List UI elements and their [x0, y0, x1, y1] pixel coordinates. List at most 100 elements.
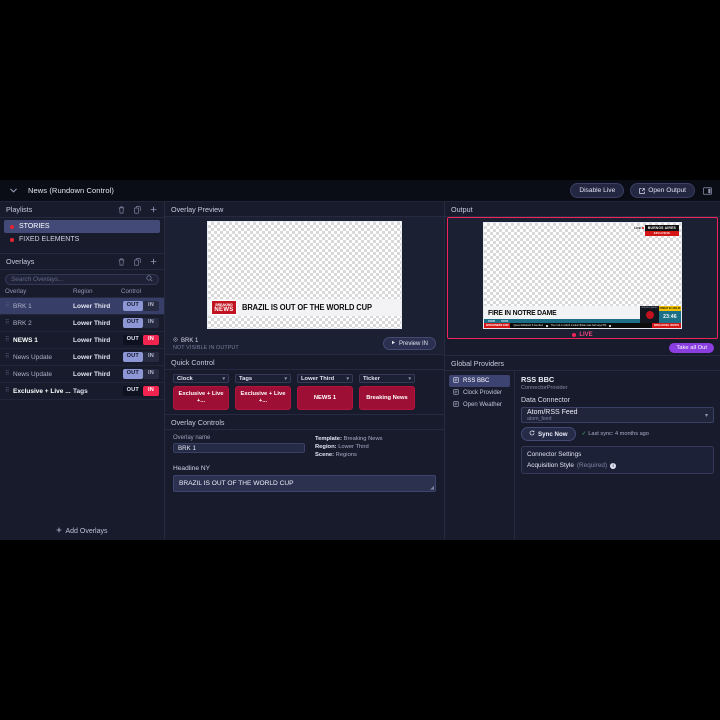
- overlay-controls-panel: Overlay Controls Overlay name BRK 1 Temp…: [165, 414, 444, 540]
- table-row[interactable]: ⠿ NEWS 1 Lower Third OUT IN: [0, 332, 164, 349]
- record-dot-icon: [10, 224, 14, 229]
- open-output-button[interactable]: Open Output: [630, 183, 695, 198]
- search-field[interactable]: [5, 274, 159, 285]
- quick-control-column-tags: Tags ▾ Exclusive + Live +...: [235, 374, 291, 410]
- table-row[interactable]: ⠿ News Update Lower Third OUT IN: [0, 366, 164, 383]
- preview-lower-third: BREAKING NEWS BRAZIL IS OUT OF THE WORLD…: [208, 299, 401, 316]
- quick-control-trigger-button[interactable]: Exclusive + Live +...: [173, 386, 229, 410]
- provider-item-open-weather[interactable]: Open Weather: [449, 399, 510, 411]
- add-overlays-button[interactable]: Add Overlays: [0, 522, 164, 540]
- headline-textarea[interactable]: BRAZIL IS OUT OF THE WORLD CUP ◢: [173, 475, 436, 492]
- resize-grip-icon[interactable]: ◢: [430, 485, 434, 491]
- preview-in-button[interactable]: Preview IN: [382, 337, 436, 350]
- provider-item-clock-provider[interactable]: Clock Provider: [449, 387, 510, 399]
- plus-icon[interactable]: [149, 257, 158, 266]
- overlay-control-toggle: OUT IN: [122, 386, 159, 396]
- quick-control-select[interactable]: Clock ▾: [173, 374, 229, 383]
- output-ticker-end: BREAKING NEWS: [652, 323, 681, 328]
- output-headline: FIRE IN NOTRE DAME: [488, 308, 557, 317]
- provider-detail-subtitle: ConnectorProvider: [521, 385, 568, 391]
- overlay-control-toggle: OUT IN: [122, 335, 159, 345]
- playlists-header: Playlists: [0, 202, 164, 218]
- provider-label: RSS BBC: [463, 378, 490, 384]
- take-all-out-button[interactable]: Take all Out: [669, 343, 714, 353]
- disable-live-button[interactable]: Disable Live: [570, 183, 625, 198]
- global-providers-list: RSS BBC Clock Provider Open Weather: [445, 371, 515, 540]
- duplicate-icon[interactable]: [133, 257, 142, 266]
- output-live-tag: LIVE: [634, 226, 641, 230]
- data-connector-label: Data Connector: [521, 397, 571, 404]
- trash-icon[interactable]: [117, 205, 126, 214]
- overlay-control-toggle: OUT IN: [122, 318, 159, 328]
- panel-layout-icon[interactable]: [701, 184, 714, 197]
- quick-control-trigger-button[interactable]: NEWS 1: [297, 386, 353, 410]
- sync-now-label: Sync Now: [538, 430, 568, 438]
- quick-control-select-label: Clock: [177, 375, 193, 382]
- quick-control-trigger-button[interactable]: Exclusive + Live +...: [235, 386, 291, 410]
- duplicate-icon[interactable]: [133, 205, 142, 214]
- in-button[interactable]: IN: [143, 352, 159, 362]
- out-button[interactable]: OUT: [122, 301, 143, 311]
- headline-label: Headline NY: [173, 465, 211, 472]
- in-button[interactable]: IN: [143, 369, 159, 379]
- column-header-control: Control: [121, 288, 141, 295]
- playlist-label: STORIES: [19, 223, 50, 230]
- overlay-region: Lower Third: [73, 370, 111, 378]
- in-button[interactable]: IN: [143, 301, 159, 311]
- table-row[interactable]: ⠿ News Update Lower Third OUT IN: [0, 349, 164, 366]
- playlist-item-stories[interactable]: STORIES: [4, 220, 160, 233]
- overlay-region: Lower Third: [73, 336, 111, 344]
- in-button[interactable]: IN: [143, 386, 159, 396]
- plus-icon[interactable]: [149, 205, 158, 214]
- meta-template-value: Breaking News: [343, 436, 383, 442]
- quick-control-column-lower-third: Lower Third ▾ NEWS 1: [297, 374, 353, 410]
- in-button[interactable]: IN: [143, 335, 159, 345]
- quick-control-trigger-button[interactable]: Breaking News: [359, 386, 415, 410]
- trash-icon[interactable]: [117, 257, 126, 266]
- overlays-actions: [117, 257, 158, 266]
- out-button[interactable]: OUT: [122, 369, 143, 379]
- quick-control-select[interactable]: Lower Third ▾: [297, 374, 353, 383]
- table-row[interactable]: ⠿ BRK 1 Lower Third OUT IN: [0, 298, 164, 315]
- playlists-actions: [117, 205, 158, 214]
- quick-control-select[interactable]: Ticker ▾: [359, 374, 415, 383]
- out-button[interactable]: OUT: [122, 352, 143, 362]
- table-row[interactable]: ⠿ Exclusive + Live ... Tags OUT IN: [0, 383, 164, 400]
- out-button[interactable]: OUT: [122, 386, 143, 396]
- meta-region-row: Region: Lower Third: [315, 443, 383, 451]
- global-providers-panel: Global Providers RSS BBC Clock Provider …: [445, 355, 720, 540]
- sync-status-label: Last sync: 4 months ago: [588, 431, 649, 437]
- page-title: News (Rundown Control): [28, 186, 114, 195]
- headline-group: Headline NY BRAZIL IS OUT OF THE WORLD C…: [173, 465, 436, 492]
- overlay-name-input[interactable]: BRK 1: [173, 443, 305, 453]
- plus-icon: [56, 527, 62, 535]
- provider-icon: [453, 377, 459, 385]
- connector-settings-box: Connector Settings Acquisition Style (Re…: [521, 446, 714, 474]
- main-body: Playlists STORIES FIXED ELEMENTS Overlay…: [0, 202, 720, 540]
- data-connector-select[interactable]: Atom/RSS Feed atom_feed ▾: [521, 407, 714, 423]
- info-icon[interactable]: i: [610, 462, 617, 469]
- column-header-overlay: Overlay: [5, 288, 27, 295]
- meta-template-key: Template:: [315, 436, 342, 442]
- preview-status: NOT VISIBLE IN OUTPUT: [173, 345, 239, 351]
- in-button[interactable]: IN: [143, 318, 159, 328]
- acquisition-style-field[interactable]: Acquisition Style (Required) i: [527, 462, 708, 469]
- playlist-item-fixed-elements[interactable]: FIXED ELEMENTS: [4, 233, 160, 246]
- table-row[interactable]: ⠿ BRK 2 Lower Third OUT IN: [0, 315, 164, 332]
- output-location-tag: LIVE BUENOS AIRES EXCLUSIVE: [634, 225, 679, 236]
- play-icon: [391, 340, 396, 347]
- output-live-indicator: LIVE: [572, 332, 593, 338]
- output-weather-clock: BUENOS AIRES FRIDAY 22 JAN 23 23:46: [640, 306, 681, 323]
- collapse-chevron-icon[interactable]: [6, 184, 20, 198]
- search-input[interactable]: [11, 276, 146, 283]
- output-live-frame: LIVE BUENOS AIRES EXCLUSIVE FIRE IN NOTR…: [447, 217, 718, 339]
- quick-control-select[interactable]: Tags ▾: [235, 374, 291, 383]
- sync-now-button[interactable]: Sync Now: [521, 427, 576, 441]
- sync-row: Sync Now ✓ Last sync: 4 months ago: [521, 427, 714, 441]
- overlay-name: BRK 2: [13, 319, 32, 327]
- out-button[interactable]: OUT: [122, 318, 143, 328]
- preview-meta: BRK 1 NOT VISIBLE IN OUTPUT: [173, 337, 239, 351]
- out-button[interactable]: OUT: [122, 335, 143, 345]
- add-overlays-label: Add Overlays: [65, 527, 108, 535]
- provider-item-rss-bbc[interactable]: RSS BBC: [449, 375, 510, 387]
